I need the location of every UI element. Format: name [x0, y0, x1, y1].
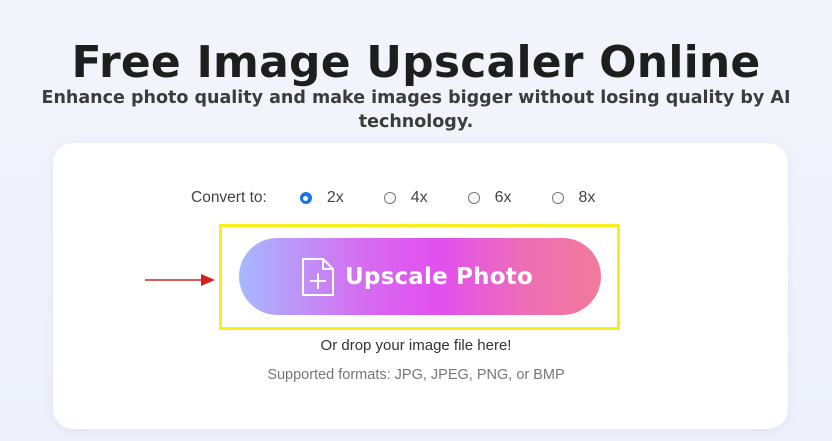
- option-4x[interactable]: 4x: [383, 189, 428, 207]
- radio-2x[interactable]: [299, 192, 312, 204]
- option-8x[interactable]: 8x: [551, 189, 596, 207]
- page-title: Free Image Upscaler Online: [71, 37, 761, 89]
- option-4x-label[interactable]: 4x: [411, 189, 428, 207]
- radio-8x[interactable]: [551, 192, 564, 204]
- option-2x[interactable]: 2x: [299, 189, 344, 207]
- convert-label: Convert to:: [191, 189, 267, 206]
- file-plus-icon: [302, 257, 335, 296]
- supported-formats: Supported formats: JPG, JPEG, PNG, or BM…: [267, 367, 565, 383]
- option-6x-label[interactable]: 6x: [495, 189, 512, 207]
- page-subtitle: Enhance photo quality and make images bi…: [41, 88, 791, 132]
- drop-zone-hint: Or drop your image file here!: [320, 337, 512, 354]
- arrow-annotation-icon: [145, 274, 215, 286]
- upscale-photo-label: Upscale Photo: [345, 263, 533, 290]
- option-2x-label[interactable]: 2x: [327, 189, 344, 207]
- option-8x-label[interactable]: 8x: [579, 189, 596, 207]
- upscale-photo-button[interactable]: Upscale Photo: [239, 238, 601, 315]
- radio-4x[interactable]: [383, 192, 396, 204]
- convert-options: Convert to: 2x 4x 6x 8x: [191, 187, 595, 209]
- radio-6x[interactable]: [467, 192, 480, 204]
- option-6x[interactable]: 6x: [467, 189, 512, 207]
